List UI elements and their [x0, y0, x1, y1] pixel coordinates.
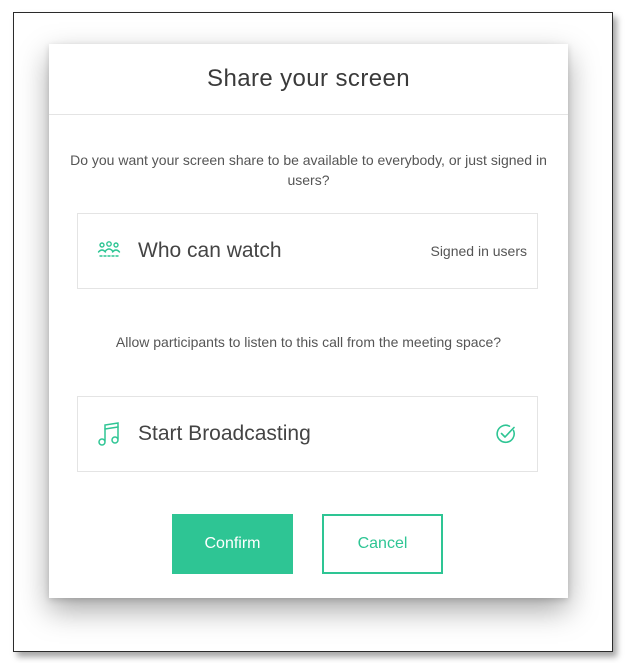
share-screen-dialog: Share your screen Do you want your scree…: [49, 44, 568, 598]
who-can-watch-label: Who can watch: [138, 239, 282, 262]
start-broadcasting-label: Start Broadcasting: [138, 422, 311, 445]
music-note-icon: [96, 421, 122, 447]
confirm-button[interactable]: Confirm: [172, 514, 293, 574]
broadcast-prompt: Allow participants to listen to this cal…: [115, 334, 502, 350]
start-broadcasting-row[interactable]: Start Broadcasting: [77, 396, 538, 472]
who-can-watch-value[interactable]: Signed in users: [430, 243, 527, 259]
people-group-icon: [96, 238, 122, 264]
dialog-title: Share your screen: [207, 65, 410, 92]
who-can-watch-row[interactable]: Who can watch Signed in users: [77, 213, 538, 289]
dialog-header: Share your screen: [49, 44, 568, 115]
cancel-button[interactable]: Cancel: [322, 514, 443, 574]
visibility-prompt: Do you want your screen share to be avai…: [70, 152, 547, 188]
check-circle-icon[interactable]: [495, 423, 517, 445]
